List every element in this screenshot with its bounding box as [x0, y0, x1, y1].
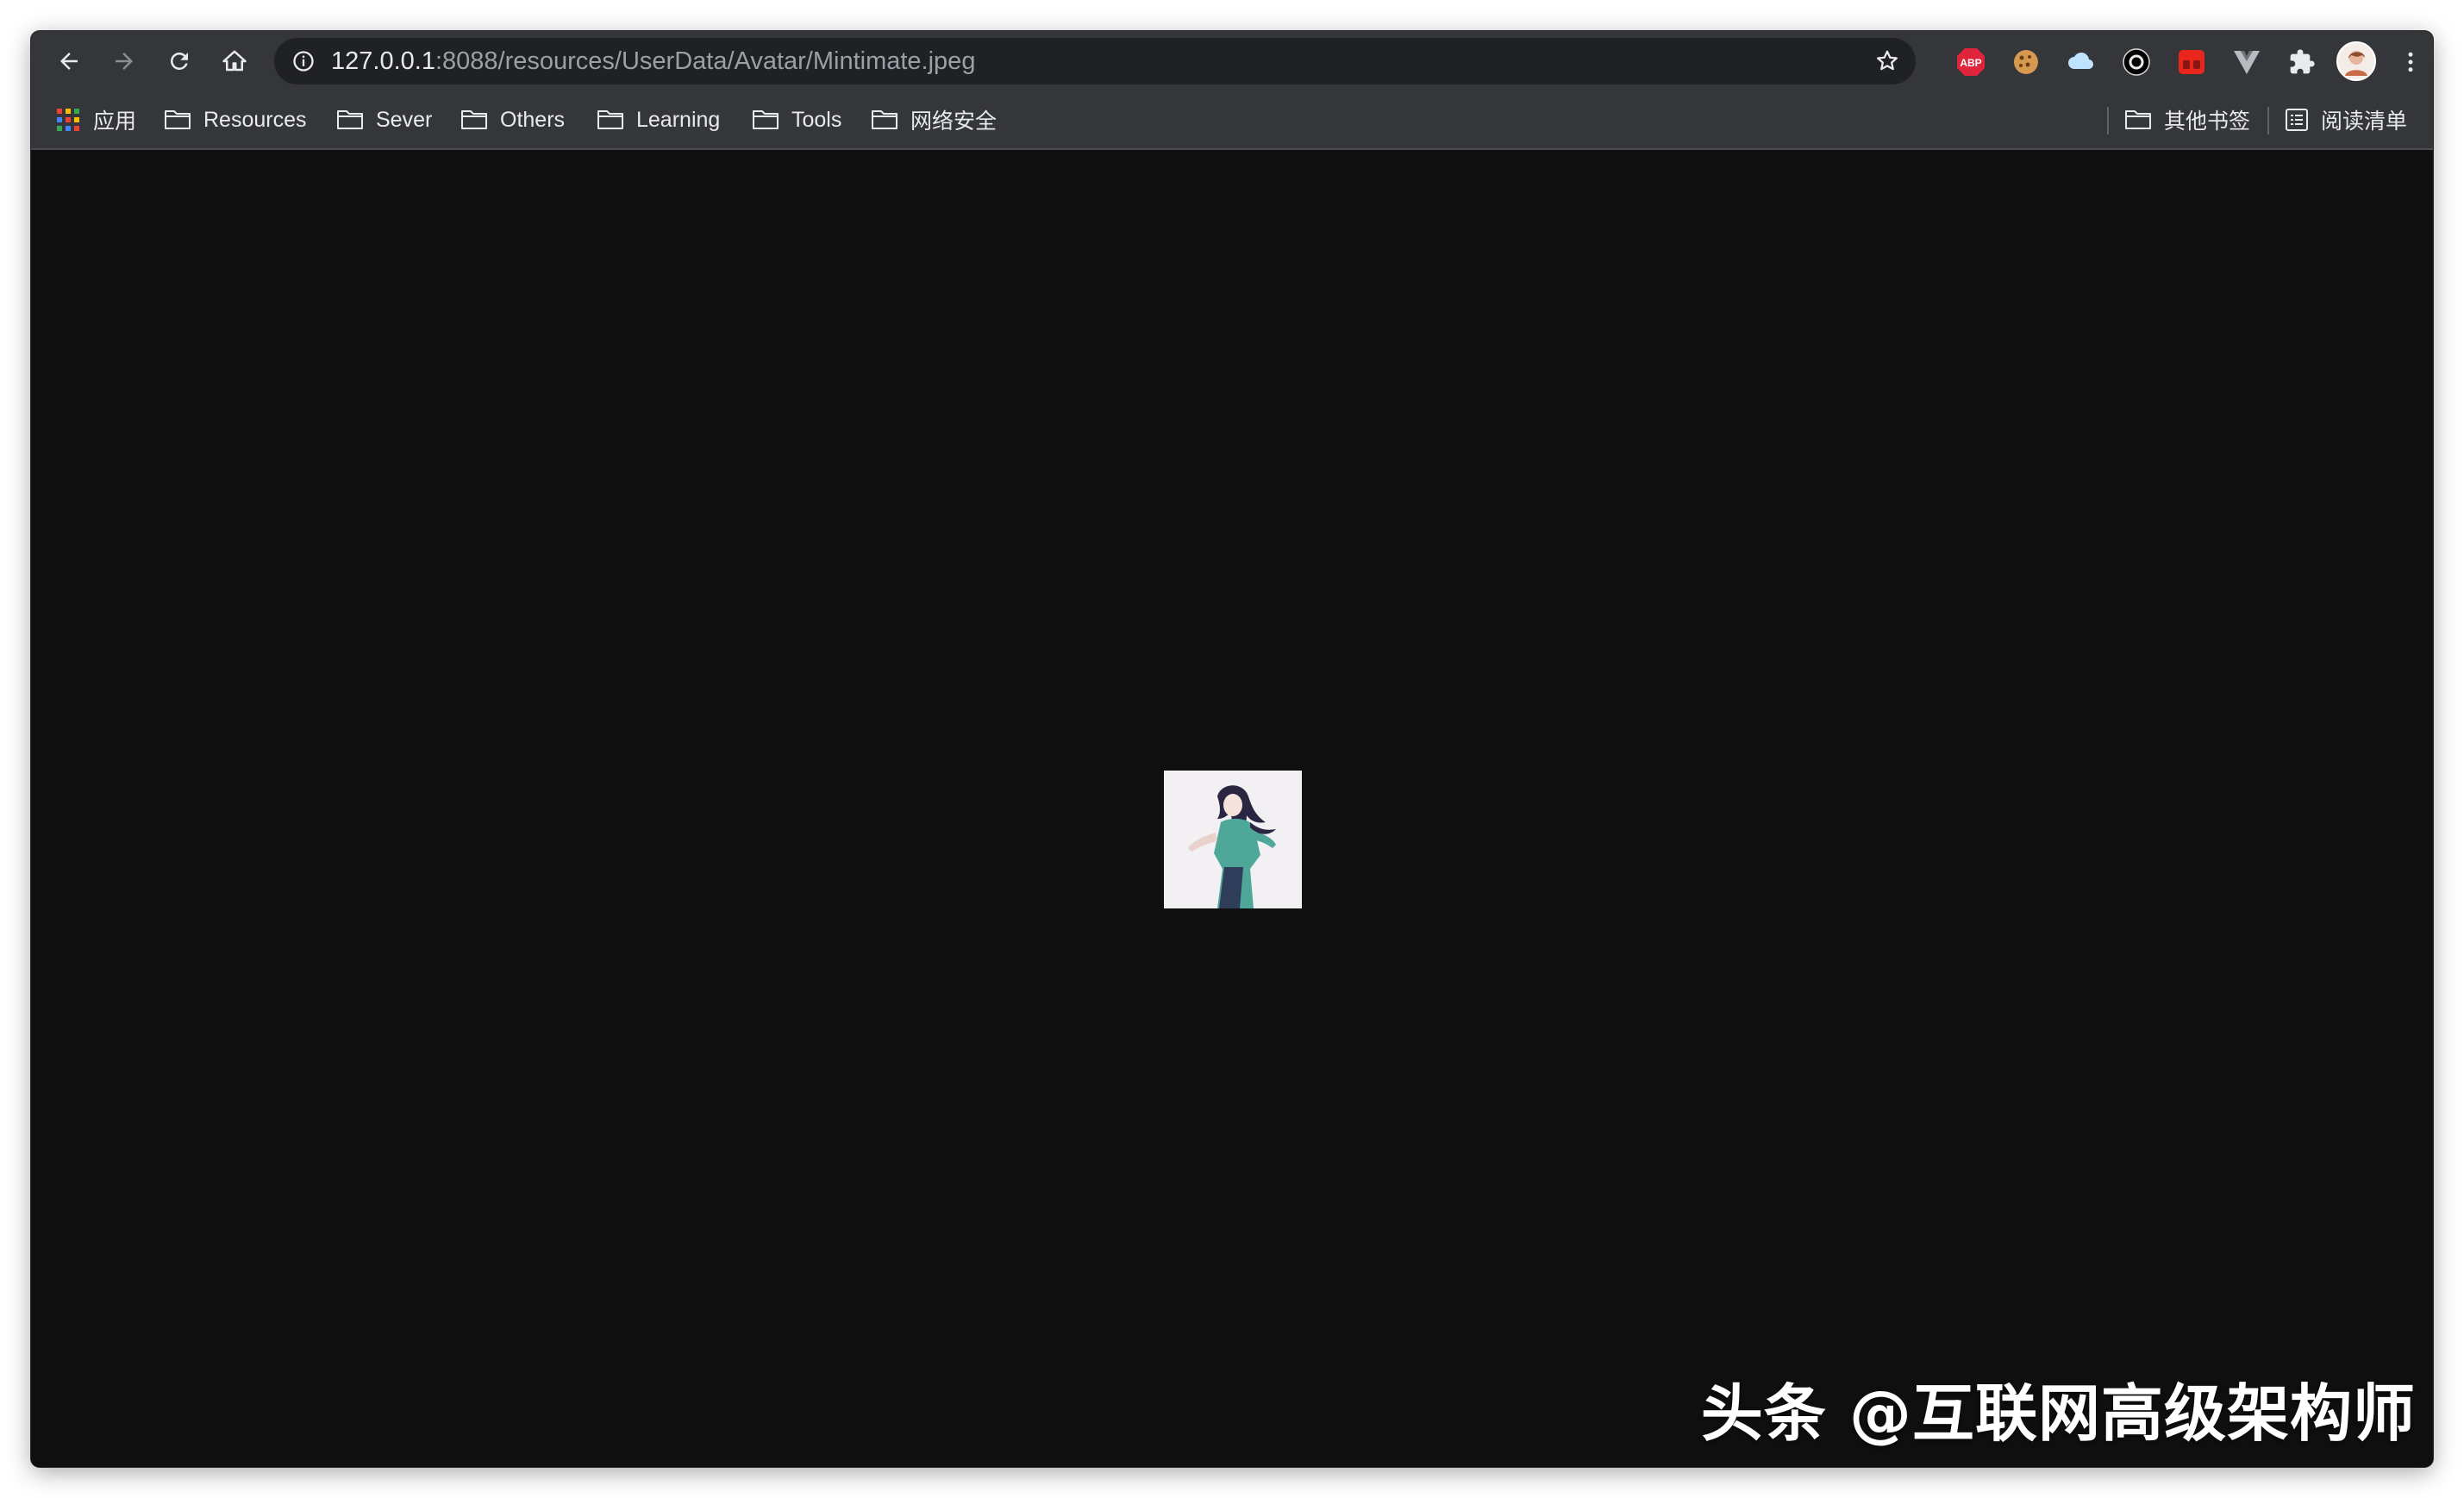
- home-icon: [222, 50, 247, 72]
- folder-icon: [165, 110, 191, 129]
- browser-toolbar: 127.0.0.1:8088/resources/UserData/Avatar…: [31, 31, 2433, 91]
- profile-avatar: [2336, 41, 2376, 81]
- adblock-label: ABP: [1960, 57, 1981, 69]
- bookmarks-divider: [2107, 107, 2109, 134]
- forward-button[interactable]: [105, 42, 143, 80]
- other-bookmarks-label: 其他书签: [2164, 109, 2251, 134]
- folder-icon: [461, 110, 487, 129]
- extensions-button[interactable]: [2286, 47, 2317, 78]
- adblock-plus-icon: ABP: [1957, 48, 1985, 76]
- bookmark-folder-tools[interactable]: Tools: [752, 91, 841, 148]
- bookmarks-bar: 应用 Resources Sever Others Learning Tools…: [31, 91, 2433, 150]
- bookmark-apps-label: 应用: [93, 109, 137, 134]
- address-bar[interactable]: 127.0.0.1:8088/resources/UserData/Avatar…: [274, 38, 1916, 84]
- star-icon[interactable]: [1874, 48, 1900, 74]
- red-extension[interactable]: [2176, 47, 2207, 78]
- bookmark-label: Learning: [636, 107, 721, 132]
- bookmarks-divider: [2267, 107, 2269, 134]
- puzzle-icon: [2290, 49, 2315, 74]
- reading-list-label: 阅读清单: [2321, 109, 2408, 134]
- avatar-image[interactable]: [1164, 771, 1302, 908]
- bookmark-apps[interactable]: 应用: [55, 91, 136, 148]
- folder-icon: [597, 110, 623, 129]
- folder-icon: [2125, 110, 2151, 129]
- menu-kebab-icon: [2408, 52, 2413, 72]
- back-button[interactable]: [50, 42, 88, 80]
- reading-list-button[interactable]: 阅读清单: [2285, 91, 2407, 148]
- bookmark-other-bookmarks[interactable]: 其他书签: [2124, 91, 2250, 148]
- bookmark-folder-others[interactable]: Others: [460, 91, 565, 148]
- bookmark-label: Resources: [203, 107, 307, 132]
- profile-button[interactable]: [2336, 41, 2376, 81]
- reading-list-icon: [2286, 109, 2308, 131]
- cookie-icon: [2014, 50, 2038, 74]
- reload-icon: [171, 53, 188, 70]
- url-host: 127.0.0.1: [331, 47, 435, 75]
- folder-icon: [872, 110, 897, 129]
- apps-grid-icon: [57, 109, 79, 131]
- url-text[interactable]: 127.0.0.1:8088/resources/UserData/Avatar…: [331, 48, 975, 74]
- browser-window: 127.0.0.1:8088/resources/UserData/Avatar…: [31, 31, 2433, 1467]
- bookmark-folder-resources[interactable]: Resources: [164, 91, 307, 148]
- folder-icon: [337, 110, 363, 129]
- cloud-extension[interactable]: [2066, 47, 2097, 78]
- avatar-illustration: [1164, 771, 1302, 908]
- bookmark-folder-network-security[interactable]: 网络安全: [871, 91, 997, 148]
- cloud-icon: [2068, 53, 2094, 70]
- arrow-right-icon: [116, 53, 133, 70]
- cookie-extension[interactable]: [2011, 47, 2042, 78]
- red-extension-icon: [2179, 50, 2204, 74]
- record-extension[interactable]: [2121, 47, 2152, 78]
- info-icon[interactable]: [291, 49, 316, 73]
- vue-devtools-icon: [2234, 51, 2260, 74]
- bookmark-label: Tools: [791, 107, 842, 132]
- url-path: :8088/resources/UserData/Avatar/Mintimat…: [435, 47, 976, 75]
- adblock-plus-extension[interactable]: ABP: [1955, 47, 1986, 78]
- bookmark-folder-sever[interactable]: Sever: [336, 91, 432, 148]
- bookmark-label: Others: [500, 107, 566, 132]
- bookmark-label: 网络安全: [910, 109, 997, 134]
- arrow-left-icon: [60, 53, 78, 70]
- folder-icon: [753, 110, 779, 129]
- reload-button[interactable]: [160, 42, 198, 80]
- browser-menu-button[interactable]: [2395, 47, 2426, 78]
- record-icon: [2123, 48, 2150, 76]
- bookmark-label: Sever: [376, 107, 433, 132]
- bookmark-folder-learning[interactable]: Learning: [597, 91, 720, 148]
- watermark-text: 头条 @互联网高级架构师: [1700, 1377, 2416, 1450]
- home-button[interactable]: [216, 42, 253, 80]
- vue-devtools-extension[interactable]: [2231, 47, 2262, 78]
- page-content: 头条 @互联网高级架构师: [31, 150, 2433, 1467]
